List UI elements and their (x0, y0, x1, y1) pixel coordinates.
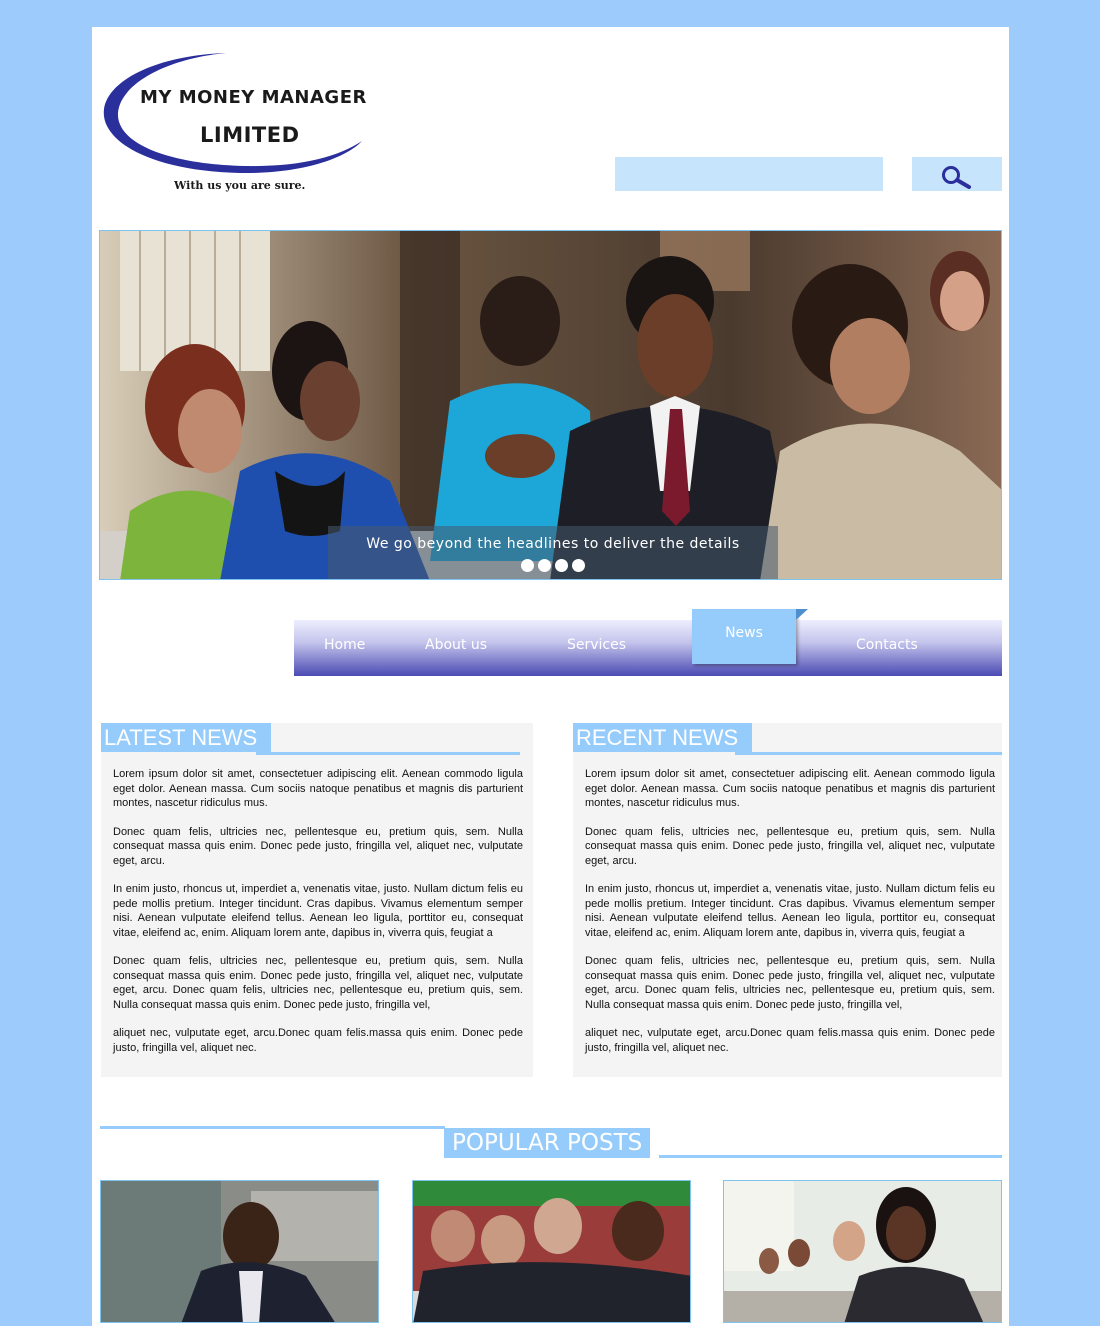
popular-posts-title: POPULAR POSTS (444, 1128, 651, 1158)
recent-news-paragraph: Lorem ipsum dolor sit amet, consectetuer… (585, 768, 995, 809)
logo-title-line2: LIMITED (200, 123, 300, 147)
nav-item-home[interactable]: Home (324, 620, 365, 676)
logo-tagline: With us you are sure. (174, 179, 306, 192)
recent-news-paragraph: In enim justo, rhoncus ut, imperdiet a, … (585, 883, 995, 939)
nav-item-news-label: News (725, 625, 763, 641)
latest-news-paragraph: aliquet nec, vulputate eget, arcu.Donec … (113, 1027, 523, 1054)
main-nav: Home About us Services News Contacts (294, 609, 1002, 676)
latest-news-underline (256, 752, 520, 755)
slide-indicators (328, 559, 778, 577)
nav-item-news[interactable]: News (692, 609, 796, 664)
latest-news-title: LATEST NEWS (101, 723, 272, 752)
recent-news-panel: RECENT NEWS Lorem ipsum dolor sit amet, … (573, 723, 1002, 1077)
slide-caption-text: We go beyond the headlines to deliver th… (366, 536, 740, 552)
nav-item-services[interactable]: Services (567, 620, 626, 676)
hero-slider: We go beyond the headlines to deliver th… (99, 230, 1002, 580)
latest-news-paragraph: Donec quam felis, ultricies nec, pellent… (113, 955, 523, 1011)
latest-news-body: Lorem ipsum dolor sit amet, consectetuer… (113, 767, 523, 1069)
popular-post-image (413, 1181, 690, 1322)
search-button[interactable] (912, 157, 1002, 191)
recent-news-body: Lorem ipsum dolor sit amet, consectetuer… (585, 767, 995, 1069)
popular-post-3[interactable] (723, 1180, 1002, 1323)
popular-post-2[interactable] (412, 1180, 691, 1323)
nav-item-contacts[interactable]: Contacts (856, 620, 918, 676)
latest-news-paragraph: In enim justo, rhoncus ut, imperdiet a, … (113, 883, 523, 939)
latest-news-paragraph: Donec quam felis, ultricies nec, pellent… (113, 825, 523, 867)
popular-posts-line-right (659, 1155, 1002, 1158)
popular-post-image (724, 1181, 1001, 1322)
slide-dot-2[interactable] (538, 559, 551, 572)
search-icon (942, 166, 971, 189)
slide-dot-4[interactable] (572, 559, 585, 572)
recent-news-paragraph: Donec quam felis, ultricies nec, pellent… (585, 825, 995, 867)
slide-dot-1[interactable] (521, 559, 534, 572)
logo[interactable]: MY MONEY MANAGER LIMITED With us you are… (100, 49, 370, 199)
slide-caption: We go beyond the headlines to deliver th… (328, 526, 778, 579)
recent-news-underline (735, 752, 1002, 755)
recent-news-paragraph: aliquet nec, vulputate eget, arcu.Donec … (585, 1027, 995, 1054)
slide-dot-3[interactable] (555, 559, 568, 572)
nav-item-about-us[interactable]: About us (425, 620, 487, 676)
popular-post-image (101, 1181, 378, 1322)
nav-active-fold (796, 609, 808, 620)
recent-news-paragraph: Donec quam felis, ultricies nec, pellent… (585, 955, 995, 1011)
recent-news-title: RECENT NEWS (573, 723, 753, 752)
search-input[interactable] (615, 157, 883, 191)
page-container: MY MONEY MANAGER LIMITED With us you are… (92, 27, 1009, 1326)
latest-news-panel: LATEST NEWS Lorem ipsum dolor sit amet, … (101, 723, 533, 1077)
popular-post-1[interactable] (100, 1180, 379, 1323)
logo-title-line1: MY MONEY MANAGER (140, 87, 367, 108)
latest-news-paragraph: Lorem ipsum dolor sit amet, consectetuer… (113, 768, 523, 809)
popular-posts-line-left (100, 1126, 445, 1129)
